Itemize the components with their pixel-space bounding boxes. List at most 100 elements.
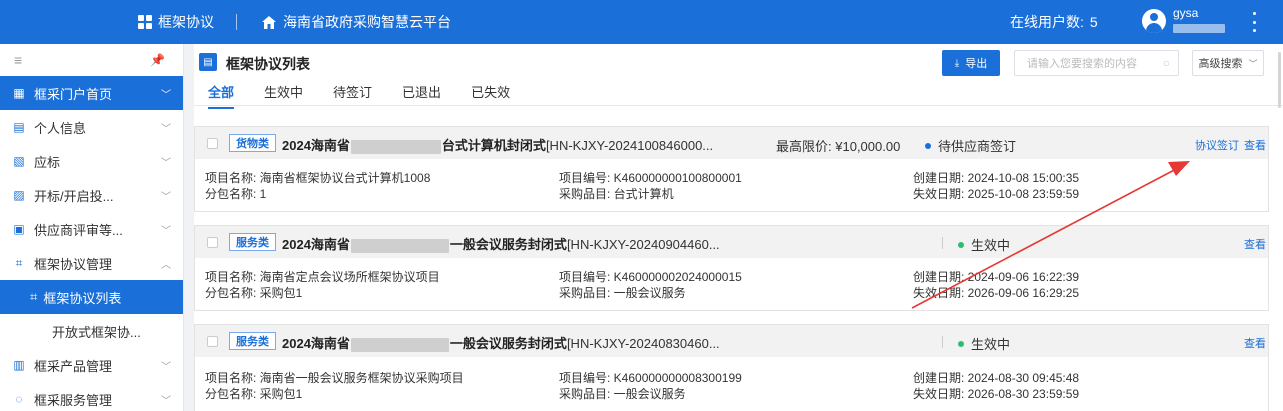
grid-icon (138, 15, 152, 29)
project-name: 项目名称: 海南省框架协议台式计算机1008 (205, 171, 431, 185)
expire-date: 失效日期: 2025-10-08 23:59:59 (913, 187, 1080, 201)
sidebar-item-framework-mgmt[interactable]: ⌗ 框架协议管理 ︿ (0, 246, 183, 280)
tab-active[interactable]: 生效中 (264, 82, 303, 109)
agreement-title[interactable]: 2024海南省 一般会议服务封闭式[HN-KJXY-20240830460... (282, 333, 720, 352)
chevron-down-icon: ﹀ (161, 90, 171, 101)
status-dot (925, 142, 931, 149)
view-link[interactable]: 查看 (1244, 335, 1266, 351)
download-icon: ⤓ (954, 57, 960, 69)
grid-icon: ▦ (13, 86, 25, 100)
page-title: 框架协议列表 (226, 56, 310, 72)
sidebar-item-label: 应标 (34, 154, 61, 170)
menu-toggle-icon[interactable]: ≡ (14, 52, 22, 68)
status-badge: 生效中 (958, 334, 1010, 353)
platform-link[interactable]: 海南省政府采购智慧云平台 (262, 0, 451, 44)
box-icon: ▥ (13, 358, 25, 372)
advanced-search-label: 高级搜索 (1198, 58, 1243, 70)
chevron-down-icon: ﹀ (161, 226, 171, 237)
sidebar-item-label: 框采产品管理 (34, 358, 113, 374)
sidebar-item-open-framework[interactable]: 开放式框架协... (0, 314, 183, 348)
agreement-title[interactable]: 2024海南省 台式计算机封闭式[HN-KJXY-2024100846000... (282, 135, 713, 154)
status-dot (958, 241, 964, 248)
search-placeholder: 请输入您要搜索的内容 (1027, 58, 1137, 70)
project-number: 项目编号: K460000000008300199 (559, 371, 742, 385)
online-users: 在线用户数: 5 (1010, 0, 1098, 44)
tab-expired[interactable]: 已失效 (471, 82, 510, 109)
project-number: 项目编号: K460000002024000015 (559, 270, 742, 284)
app-brand[interactable]: 框架协议 (138, 0, 214, 44)
purchase-item: 采购品目: 一般会议服务 (559, 286, 686, 300)
card-header: 服务类 2024海南省 一般会议服务封闭式[HN-KJXY-20240904460… (195, 226, 1268, 258)
sidebar-item-bid-opening[interactable]: ▨ 开标/开启投... ﹀ (0, 178, 183, 212)
sidebar-item-supplier-review[interactable]: ▣ 供应商评审等... ﹀ (0, 212, 183, 246)
row-checkbox[interactable] (207, 138, 218, 149)
status-tabs: 全部 生效中 待签订 已退出 已失效 (208, 82, 540, 109)
username[interactable]: gysa (1173, 6, 1198, 20)
sidebar-item-product-mgmt[interactable]: ▥ 框采产品管理 ﹀ (0, 348, 183, 382)
expire-date: 失效日期: 2026-08-30 23:59:59 (913, 387, 1080, 401)
sidebar-item-label: 框采门户首页 (34, 86, 113, 102)
main-header: ▤ 框架协议列表 全部 生效中 待签订 已退出 已失效 ⤓ 导出 请输入您要搜索… (194, 44, 1283, 109)
search-icon[interactable]: ○ (1163, 56, 1170, 70)
online-count: 5 (1089, 14, 1098, 30)
agreement-card: 服务类 2024海南省 一般会议服务封闭式[HN-KJXY-20240830460… (194, 324, 1269, 411)
row-checkbox[interactable] (207, 336, 218, 347)
view-link[interactable]: 查看 (1244, 137, 1266, 153)
sidebar-item-profile[interactable]: ▤ 个人信息 ﹀ (0, 110, 183, 144)
agreement-code: [HN-KJXY-2024100846000... (545, 138, 714, 153)
agreement-title[interactable]: 2024海南省 一般会议服务封闭式[HN-KJXY-20240904460... (282, 234, 720, 253)
file-icon: ▨ (13, 188, 25, 202)
sidebar-item-label: 开放式框架协... (52, 324, 141, 340)
category-tag: 服务类 (229, 233, 276, 251)
created-date: 创建日期: 2024-10-08 15:00:35 (913, 171, 1080, 185)
status-badge: 生效中 (958, 235, 1010, 254)
top-bar: 框架协议 海南省政府采购智慧云平台 在线用户数: 5 gysa (0, 0, 1283, 44)
sidebar-item-bidding[interactable]: ▧ 应标 ﹀ (0, 144, 183, 178)
sidebar-item-portal-home[interactable]: ▦ 框采门户首页 ﹀ (0, 76, 183, 110)
sidebar-item-label: 个人信息 (34, 120, 87, 136)
sidebar-item-label: 框架协议列表 (43, 290, 122, 306)
package-name: 分包名称: 采购包1 (205, 286, 303, 300)
service-icon: ◌ (15, 392, 23, 406)
tab-all[interactable]: 全部 (208, 82, 235, 109)
search-input[interactable]: 请输入您要搜索的内容 ○ (1014, 50, 1179, 76)
expire-date: 失效日期: 2026-09-06 16:29:25 (913, 286, 1080, 300)
created-date: 创建日期: 2024-09-06 16:22:39 (913, 270, 1080, 284)
card-body: 项目名称: 海南省框架协议台式计算机1008 分包名称: 1 项目编号: K46… (195, 159, 1268, 203)
scrollbar[interactable] (1278, 52, 1281, 108)
agreement-card: 服务类 2024海南省 一般会议服务封闭式[HN-KJXY-20240904460… (194, 225, 1269, 311)
purchase-item: 采购品目: 台式计算机 (559, 187, 674, 201)
chevron-down-icon: ﹀ (161, 124, 171, 135)
tab-pending-sign[interactable]: 待签订 (333, 82, 372, 109)
chevron-down-icon: ﹀ (161, 362, 171, 373)
sidebar-item-framework-list[interactable]: ⌗ 框架协议列表 (0, 280, 183, 314)
row-checkbox[interactable] (207, 237, 218, 248)
tab-exited[interactable]: 已退出 (402, 82, 441, 109)
sidebar-item-label: 框采服务管理 (34, 392, 113, 408)
project-name: 项目名称: 海南省定点会议场所框架协议项目 (205, 270, 440, 284)
status-badge: 待供应商签订 (925, 136, 1016, 155)
max-price: 最高限价: ¥10,000.00 (776, 139, 901, 154)
framework-icon: ⌗ (30, 289, 38, 304)
view-link[interactable]: 查看 (1244, 236, 1266, 252)
platform-name: 海南省政府采购智慧云平台 (283, 14, 451, 30)
project-name: 项目名称: 海南省一般会议服务框架协议采购项目 (205, 371, 464, 385)
card-body: 项目名称: 海南省定点会议场所框架协议项目 分包名称: 采购包1 项目编号: K… (195, 258, 1268, 302)
export-button[interactable]: ⤓ 导出 (942, 50, 1000, 76)
package-name: 分包名称: 采购包1 (205, 387, 303, 401)
avatar[interactable] (1142, 9, 1166, 33)
advanced-search-button[interactable]: 高级搜索 ﹀ (1192, 50, 1264, 76)
sidebar-header: ≡ 📌 (0, 44, 183, 76)
chevron-down-icon: ﹀ (161, 158, 171, 169)
sidebar-item-service-mgmt[interactable]: ◌ 框采服务管理 ﹀ (0, 382, 183, 411)
card-header: 货物类 2024海南省 台式计算机封闭式[HN-KJXY-202410084600… (195, 127, 1268, 159)
status-divider (942, 237, 943, 249)
sign-agreement-link[interactable]: 协议签订 (1195, 137, 1239, 153)
more-menu-icon[interactable] (1252, 12, 1256, 32)
main-panel: ▤ 框架协议列表 全部 生效中 待签订 已退出 已失效 ⤓ 导出 请输入您要搜索… (194, 44, 1283, 411)
document-icon: ▧ (13, 154, 25, 168)
framework-icon: ⌗ (15, 255, 23, 270)
sidebar-item-label: 供应商评审等... (34, 222, 123, 238)
export-label: 导出 (965, 58, 988, 70)
pin-icon[interactable]: 📌 (150, 53, 165, 67)
